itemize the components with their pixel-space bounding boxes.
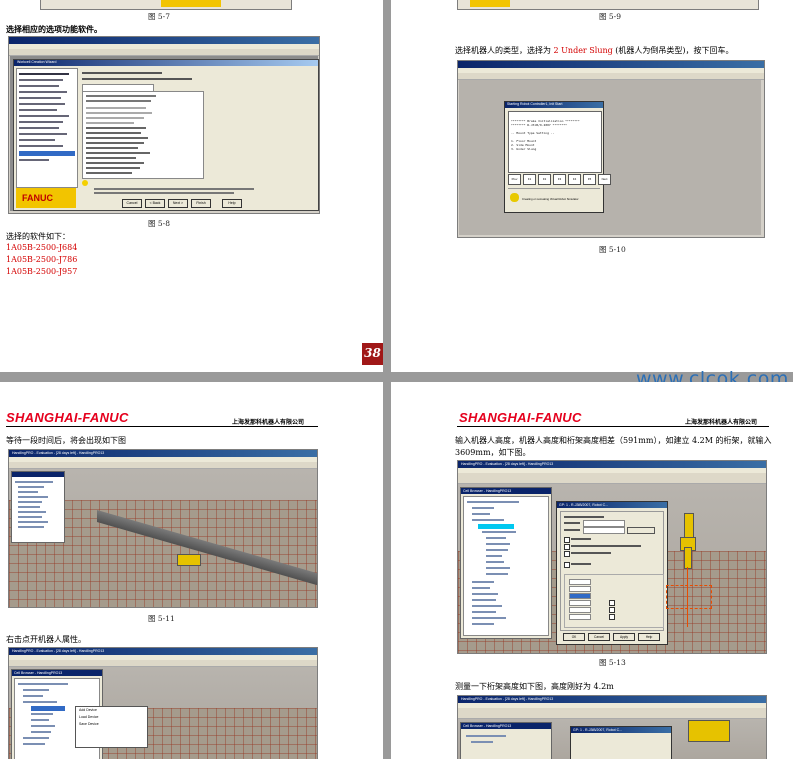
console-line: -- Mount Type Setting --: [511, 131, 555, 135]
console-f2-key[interactable]: F2: [538, 174, 551, 185]
software-list-intro: 选择的软件如下：: [6, 232, 70, 241]
dialog-title: GP: 1 - R-J3iB/2007, Robot C...: [573, 728, 623, 732]
caption-fig-5-13: 图 5-13: [599, 658, 626, 667]
cell-browser-title: Cell Browser - HandlingPRO13: [463, 724, 512, 728]
app-title: HandlingPRO - Evaluation - [28 days left…: [461, 697, 554, 701]
company-name: 上海发那科机器人有限公司: [685, 419, 758, 426]
screenshot-robot-controller-init: Starting Robot Controller1, Init Start *…: [457, 60, 765, 238]
document-page-3: SHANGHAI-FANUC 上海发那科机器人有限公司 等待一段时间后，将会出现…: [0, 382, 383, 759]
screenshot-fig-5-9-bottom: [457, 0, 759, 10]
wizard-cancel-button[interactable]: Cancel: [122, 199, 142, 208]
instruction-height-1: 输入机器人高度，机器人高度和桁架高度相差（591mm），如建立 4.2M 的桁架…: [455, 436, 772, 445]
menu-item-save-device[interactable]: Save Device: [79, 721, 147, 728]
menu-item-load-device[interactable]: Load Device: [79, 714, 147, 721]
wizard-back-button[interactable]: < Back: [145, 199, 165, 208]
screenshot-measure-gantry: HandlingPRO - Evaluation - [28 days left…: [457, 695, 767, 759]
caption-fig-5-9: 图 5-9: [599, 12, 621, 21]
console-f1-key[interactable]: F1: [523, 174, 536, 185]
wizard-help-button[interactable]: Help: [222, 199, 242, 208]
console-prev-key[interactable]: Prev: [508, 174, 521, 185]
cell-browser-title: Cell Browser - HandlingPRO13: [14, 671, 63, 675]
brand-logo: SHANGHAI-FANUC: [6, 410, 129, 425]
software-item: 1A05B-2500-J786: [6, 255, 78, 264]
screenshot-cell-browser: HandlingPRO - Evaluation - [28 days left…: [8, 647, 318, 759]
dialog-apply-button[interactable]: Apply: [613, 633, 635, 641]
menu-item-add-device[interactable]: Add Device: [79, 707, 147, 714]
caption-fig-5-8: 图 5-8: [148, 219, 170, 228]
caption-fig-5-11: 图 5-11: [148, 614, 175, 623]
console-line: 3. Under Slung: [511, 147, 537, 151]
console-f3-key[interactable]: F3: [553, 174, 566, 185]
brand-logo: SHANGHAI-FANUC: [459, 410, 582, 425]
caption-fig-5-10: 图 5-10: [599, 245, 626, 254]
robot-properties-dialog: GP: 1 - R-J3iB/2007, Robot C... OK Cance…: [556, 501, 668, 645]
caption-fig-5-7: 图 5-7: [148, 12, 170, 21]
instruction-wait: 等待一段时间后，将会出现如下图: [6, 436, 126, 445]
cell-browser-title: Cell Browser - HandlingPRO13: [463, 489, 512, 493]
robot-model: [177, 554, 201, 566]
console-line: ******** R-J3iB/9-2007 ********: [511, 123, 567, 127]
robot-type-instruction: 选择机器人的类型，选择为 2 Under Slung (机器人为倒吊类型)，按下…: [455, 46, 734, 55]
instruction-height-2: 3609mm，如下图。: [455, 448, 531, 457]
document-page-2: 图 5-9 选择机器人的类型，选择为 2 Under Slung (机器人为倒吊…: [391, 0, 793, 372]
wizard-finish-button[interactable]: Finish: [191, 199, 211, 208]
status-text: Creating or recreating Virtual Robot Sim…: [522, 197, 579, 201]
instruction-right-click: 右击点开机器人属性。: [6, 635, 86, 644]
dialog-title: GP: 1 - R-J3iB/2007, Robot C...: [559, 503, 609, 507]
gear-icon: [510, 193, 519, 202]
fanuc-logo: FANUC: [22, 193, 53, 203]
context-menu: Add Device Load Device Save Device: [75, 706, 148, 748]
header-rule: [457, 426, 769, 427]
screenshot-3d-workcell: HandlingPRO - Evaluation - [28 days left…: [8, 449, 318, 608]
console-title: Starting Robot Controller1, Init Start: [507, 102, 563, 106]
document-page-4: SHANGHAI-FANUC 上海发那科机器人有限公司 输入机器人高度，机器人高…: [391, 382, 793, 759]
wizard-next-button[interactable]: Next >: [168, 199, 188, 208]
dialog-ok-button[interactable]: OK: [563, 633, 585, 641]
instruction-measure: 测量一下桁架高度如下图，高度刚好为 4.2m: [455, 682, 614, 691]
app-title: HandlingPRO - Evaluation - [28 days left…: [461, 462, 554, 466]
header-rule: [6, 426, 318, 427]
software-item: 1A05B-2500-J957: [6, 267, 78, 276]
screenshot-robot-properties: HandlingPRO - Evaluation - [28 days left…: [457, 460, 767, 654]
screenshot-fig-5-7-bottom: [40, 0, 292, 10]
document-page-1: 图 5-7 选择相应的选项功能软件。 Workcell Creation Wiz…: [0, 0, 383, 372]
console-next-key[interactable]: Next: [598, 174, 611, 185]
wizard-title: Workcell Creation Wizard: [17, 60, 57, 64]
app-title: HandlingPRO - Evaluation - [28 days left…: [12, 451, 105, 455]
console-f5-key[interactable]: F5: [583, 174, 596, 185]
robot-model: [688, 720, 730, 742]
page-number: 38: [362, 343, 383, 365]
console-f4-key[interactable]: F4: [568, 174, 581, 185]
software-item: 1A05B-2500-J684: [6, 243, 78, 252]
heading-select-software: 选择相应的选项功能软件。: [6, 24, 102, 34]
dialog-help-button[interactable]: Help: [638, 633, 660, 641]
robot-workspace-frame: [666, 585, 712, 609]
app-title: HandlingPRO - Evaluation - [28 days left…: [12, 649, 105, 653]
screenshot-workcell-wizard: Workcell Creation Wizard FANUC Cancel < …: [8, 36, 320, 214]
company-name: 上海发那科机器人有限公司: [232, 419, 305, 426]
dialog-cancel-button[interactable]: Cancel: [588, 633, 610, 641]
